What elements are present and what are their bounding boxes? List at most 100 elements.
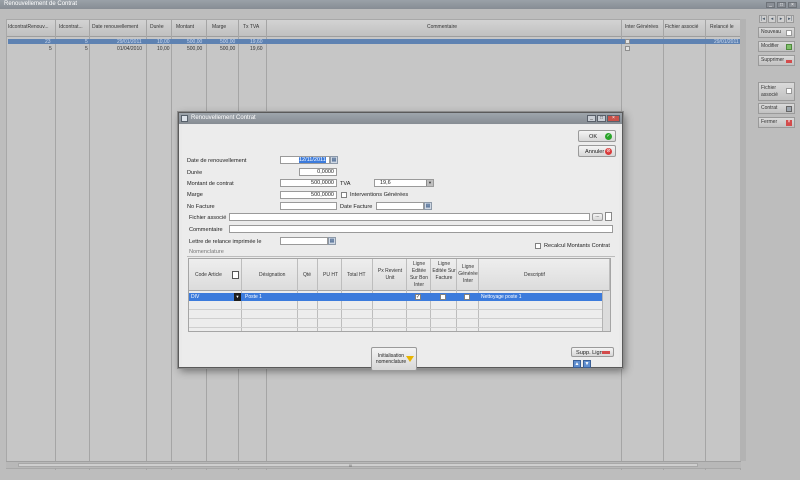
commentaire-label: Commentaire [189,227,223,233]
cell-marge: 500,00 [220,39,236,45]
cell-marge: 500,00 [220,46,236,52]
ligne-bon-inter-checkbox[interactable]: ✓ [415,294,421,300]
calendar-icon[interactable]: ▦ [424,202,432,210]
ok-button[interactable]: OK ✓ [578,130,616,142]
table-row[interactable] [189,320,610,328]
ligne-generee-checkbox[interactable] [464,294,470,300]
nofacture-label: No Facture [187,204,215,210]
duree-field[interactable]: 0,0000 [299,168,337,176]
datefacture-field[interactable] [376,202,424,210]
maximize-icon[interactable]: □ [597,115,606,122]
supprimer-label: Supprimer [761,57,785,63]
nofacture-field[interactable] [280,202,337,210]
col-header-montant[interactable]: Montant [176,24,194,30]
col-pu-ht[interactable]: PU HT [323,272,338,279]
app-icon [181,115,188,122]
file-icon[interactable] [605,212,612,221]
col-header-tva[interactable]: Tx TVA [243,24,259,30]
article-picker-icon[interactable] [232,271,239,279]
cell-designation: Poste 1 [245,294,262,300]
fichier-associe-button[interactable]: Fichier associé [758,82,795,101]
col-qte[interactable]: Qté [303,272,311,279]
lettre-field[interactable] [280,237,328,245]
duree-label: Durée [187,170,203,176]
chevron-down-icon[interactable]: ▼ [426,180,433,186]
first-record-icon[interactable]: |◂ [759,15,767,23]
ligne-facture-checkbox[interactable] [440,294,446,300]
maximize-icon[interactable]: □ [777,2,786,8]
close-icon[interactable]: × [788,2,797,8]
contrat-label: Contrat [761,105,778,111]
close-icon[interactable]: × [607,115,620,122]
init-nomenclature-label: Initialisation nomenclature [375,353,407,365]
cell-descriptif: Nettoyage poste 1 [481,294,522,300]
fichier-field[interactable] [229,213,590,221]
table-row[interactable] [189,311,610,319]
cell-duree: 10,00 [157,46,170,52]
move-down-icon[interactable]: ▼ [583,360,591,368]
scroll-grip-marker: III [349,463,353,468]
cell-tva: 19,60 [250,39,263,45]
montant-field[interactable]: 500,0000 [280,179,337,187]
marge-field[interactable]: 500,0000 [280,191,337,199]
date-field[interactable]: 12/11/2011 [280,156,330,164]
last-record-icon[interactable]: ▸| [786,15,794,23]
grid-horizontal-scrollbar[interactable]: III [6,461,741,468]
renouvellement-dialog: Renouvellement Contrat _ □ × OK ✓ Annule… [178,112,623,371]
cancel-button[interactable]: Annuler ⊘ [578,145,616,157]
minimize-icon[interactable]: _ [587,115,596,122]
col-header-inter[interactable]: Inter Générées [625,24,658,30]
tva-select[interactable]: 19,6 ▼ [374,179,434,187]
window-controls: _ □ × [764,1,797,10]
grid-vertical-scrollbar[interactable] [602,291,610,331]
minimize-icon[interactable]: _ [766,2,775,8]
init-nomenclature-button[interactable]: Initialisation nomenclature [371,347,417,371]
cell-inter-checkbox[interactable] [625,39,630,44]
calendar-icon[interactable]: ▦ [330,156,338,164]
contrat-button[interactable]: Contrat [758,103,795,114]
chevron-down-icon[interactable]: ▼ [234,293,241,301]
col-code-article[interactable]: Code Article [195,272,222,279]
previous-record-icon[interactable]: ◂ [768,15,776,23]
tva-value: 19,6 [380,180,391,186]
background-window-titlebar: Renouvellement de Contrat _ □ × [0,0,800,9]
col-designation[interactable]: Désignation [259,272,285,279]
grid-vertical-scrollbar[interactable] [740,19,746,461]
marge-label: Marge [187,192,203,198]
col-header-duree[interactable]: Durée [150,24,164,30]
col-header-date[interactable]: Date renouvellement [92,24,138,30]
arrow-down-icon [406,356,414,362]
col-total-ht[interactable]: Total HT [347,272,366,279]
col-ligne-generee[interactable]: Ligne Générée Inter [458,264,478,285]
col-descriptif[interactable]: Descriptif [524,272,545,279]
table-row[interactable] [189,302,610,310]
supprimer-button[interactable]: Supprimer [758,55,795,66]
cell-inter-checkbox[interactable] [625,46,630,51]
col-ligne-bon-inter[interactable]: Ligne Editée Sur Bon Inter [408,261,430,289]
recalcul-checkbox[interactable] [535,243,541,249]
col-header-commentaire[interactable]: Commentaire [427,24,457,30]
col-header-marge[interactable]: Marge [212,24,226,30]
col-header-idrenouv[interactable]: IdcontratRenouv... [8,24,49,30]
divider [187,256,615,257]
calendar-icon[interactable]: ▦ [328,237,336,245]
fermer-button[interactable]: Fermer × [758,117,795,128]
nomenclature-label: Nomenclature [189,249,224,255]
dialog-title: Renouvellement Contrat [191,115,256,121]
col-px-revient[interactable]: Px Revient Unit [375,268,405,282]
col-header-fichier[interactable]: Fichier associé [665,24,698,30]
next-record-icon[interactable]: ▸ [777,15,785,23]
interventions-checkbox[interactable] [341,192,347,198]
supp-ligne-button[interactable]: Supp. Ligne [571,347,614,357]
dialog-body: OK ✓ Annuler ⊘ Date de renouvellement 12… [182,125,619,371]
fichier-associe-label: Fichier associé [761,85,778,98]
col-ligne-facture[interactable]: Ligne Editée Sur Facture [432,261,456,282]
scrollbar-thumb[interactable]: III [18,463,698,468]
col-header-relance[interactable]: Relancé le [710,24,734,30]
browse-button[interactable]: ... [592,213,603,221]
nouveau-button[interactable]: Nouveau [758,27,795,38]
commentaire-field[interactable] [229,225,613,233]
col-header-idcontrat[interactable]: Idcontrat... [59,24,83,30]
move-up-icon[interactable]: ▲ [573,360,581,368]
modifier-button[interactable]: Modifier [758,41,795,52]
